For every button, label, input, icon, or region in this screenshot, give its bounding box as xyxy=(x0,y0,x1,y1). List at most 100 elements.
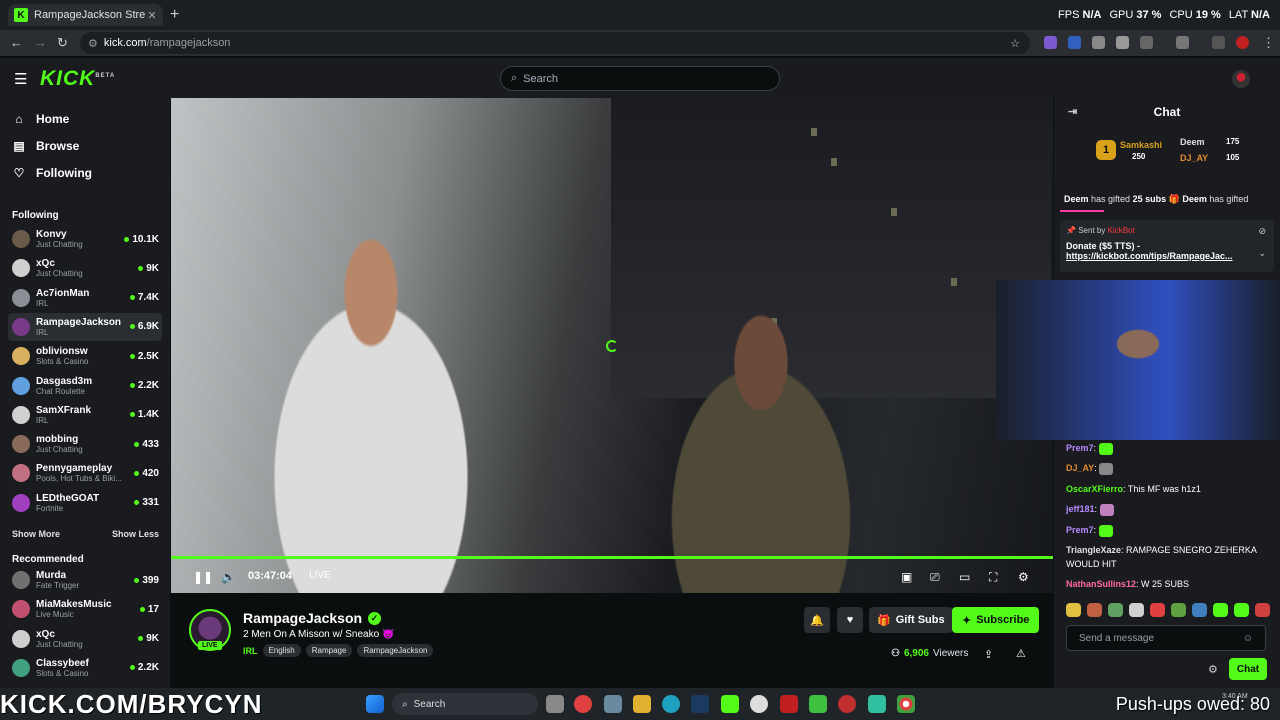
puzzle-icon[interactable] xyxy=(1140,36,1153,49)
chat-username[interactable]: Prem7 xyxy=(1066,443,1094,453)
sidebar-channel[interactable]: oblivionsw Slots & Casino 2.5K xyxy=(8,342,162,370)
hamburger-menu-icon[interactable]: ☰ xyxy=(14,70,27,88)
pinned-link[interactable]: https://kickbot.com/tips/RampageJac... xyxy=(1066,251,1268,261)
chat-username[interactable]: NathanSullins12 xyxy=(1066,579,1136,589)
chat-username[interactable]: jeff181 xyxy=(1066,504,1095,514)
unpin-icon[interactable]: ⊘ xyxy=(1258,226,1266,237)
profile-icon[interactable] xyxy=(1236,36,1249,49)
windows-start-icon[interactable] xyxy=(366,695,384,713)
sidebar-nav-following[interactable]: ♡ Following xyxy=(12,166,92,180)
site-info-icon[interactable]: ⚙ xyxy=(88,37,98,50)
forward-arrow-icon[interactable]: → xyxy=(34,35,47,50)
sidebar-nav-home[interactable]: ⌂ Home xyxy=(12,112,69,126)
category-link[interactable]: IRL xyxy=(243,646,258,656)
sidebar-channel[interactable]: MiaMakesMusic Live Music 17 xyxy=(8,595,162,623)
sidebar-channel[interactable]: xQc Just Chatting 9K xyxy=(8,625,162,653)
show-more-link[interactable]: Show More xyxy=(12,529,60,539)
video-player[interactable]: ❚❚ 🔈 03:47:04 LIVE ▣ ⎚ ▭ ⛶ ⚙ xyxy=(171,98,1053,593)
show-less-link[interactable]: Show Less xyxy=(112,529,159,539)
sidebar-channel[interactable]: LEDtheGOAT Fortnite 331 xyxy=(8,489,162,517)
emote-icon[interactable] xyxy=(1234,603,1249,617)
volume-icon[interactable]: 🔈 xyxy=(221,570,236,584)
chat-username[interactable]: TriangleXaze xyxy=(1066,545,1121,555)
kick-logo[interactable]: KICKBETA xyxy=(40,67,115,91)
emote-icon[interactable] xyxy=(1087,603,1102,617)
app-icon[interactable] xyxy=(750,695,768,713)
progress-bar[interactable] xyxy=(171,556,1053,559)
sidepanel-icon[interactable] xyxy=(1176,36,1189,49)
taskview-icon[interactable] xyxy=(546,695,564,713)
sidebar-channel[interactable]: Dasgasd3m Chat Roulette 2.2K xyxy=(8,372,162,400)
folder-icon[interactable] xyxy=(633,695,651,713)
close-tab-icon[interactable]: ✕ xyxy=(145,9,159,22)
gift-subs-button[interactable]: 🎁 Gift Subs xyxy=(869,607,953,633)
sidebar-channel[interactable]: Classybeef Slots & Casino 2.2K xyxy=(8,654,162,682)
chat-username[interactable]: DJ_AY xyxy=(1066,463,1094,473)
edge-icon[interactable] xyxy=(662,695,680,713)
app-icon[interactable] xyxy=(574,695,592,713)
chat-username[interactable]: OscarXFierro xyxy=(1066,484,1123,494)
emote-icon[interactable] xyxy=(1066,603,1081,617)
sidebar-channel[interactable]: Pennygameplay Pools, Hot Tubs & Biki... 42… xyxy=(8,459,162,487)
chat-settings-icon[interactable]: ⚙ xyxy=(1208,663,1218,676)
app-icon[interactable] xyxy=(838,695,856,713)
steam-icon[interactable] xyxy=(691,695,709,713)
emote-icon[interactable] xyxy=(1171,603,1186,617)
browser-tab[interactable]: K RampageJackson Stream - ✕ xyxy=(8,4,163,26)
emote-icon[interactable] xyxy=(1129,603,1144,617)
app-icon[interactable] xyxy=(809,695,827,713)
chat-message-input[interactable]: Send a message ☺ xyxy=(1066,625,1266,651)
emote-icon[interactable] xyxy=(1213,603,1228,617)
app-icon[interactable] xyxy=(868,695,886,713)
user-avatar[interactable] xyxy=(1232,70,1250,88)
miniplayer-icon[interactable]: ▣ xyxy=(901,570,912,584)
sidebar-channel[interactable]: Murda Fate Trigger 399 xyxy=(8,566,162,594)
url-input[interactable]: ⚙ kick.com/rampagejackson ☆ xyxy=(80,32,1030,54)
sidebar-channel[interactable]: Ac7ionMan IRL 7.4K xyxy=(8,284,162,312)
report-icon[interactable]: ⚠ xyxy=(1016,647,1026,660)
theater-icon[interactable]: ▭ xyxy=(959,570,970,584)
subscribe-button[interactable]: ✦ Subscribe xyxy=(952,607,1040,633)
emote-icon[interactable] xyxy=(1192,603,1207,617)
kick-app-icon[interactable] xyxy=(721,695,739,713)
notification-bell-button[interactable]: 🔔 xyxy=(804,607,830,633)
media-icon[interactable] xyxy=(1212,36,1225,49)
tag-pill[interactable]: Rampage xyxy=(305,644,353,657)
back-arrow-icon[interactable]: ← xyxy=(10,35,23,50)
app-icon[interactable] xyxy=(604,695,622,713)
sidebar-nav-browse[interactable]: ▤ Browse xyxy=(12,139,79,153)
tag-pill[interactable]: RampageJackson xyxy=(357,644,434,657)
emoji-icon[interactable]: ☺ xyxy=(1243,633,1253,644)
settings-gear-icon[interactable]: ⚙ xyxy=(1018,570,1029,584)
fullscreen-icon[interactable]: ⛶ xyxy=(989,570,997,585)
chat-username[interactable]: Prem7 xyxy=(1066,525,1094,535)
reload-icon[interactable]: ↻ xyxy=(57,35,68,51)
taskbar-search[interactable]: ⌕ Search xyxy=(392,693,538,715)
menu-dots-icon[interactable]: ⋮ xyxy=(1262,35,1275,51)
emote-icon[interactable] xyxy=(1255,603,1270,617)
send-chat-button[interactable]: Chat xyxy=(1229,658,1267,680)
chrome-icon[interactable] xyxy=(897,695,915,713)
extension-icon[interactable] xyxy=(1116,36,1129,49)
extension-icon[interactable] xyxy=(1044,36,1057,49)
sidebar-channel[interactable]: xQc Just Chatting 9K xyxy=(8,254,162,282)
follow-heart-button[interactable]: ♥ xyxy=(837,607,863,633)
new-tab-icon[interactable]: + xyxy=(170,6,179,24)
emote-icon[interactable] xyxy=(1150,603,1165,617)
sidebar-channel[interactable]: SamXFrank IRL 1.4K xyxy=(8,401,162,429)
clip-icon[interactable]: ⎚ xyxy=(930,570,940,585)
emote-icon[interactable] xyxy=(1108,603,1123,617)
chevron-down-icon[interactable]: ⌄ xyxy=(1258,248,1266,259)
pause-icon[interactable]: ❚❚ xyxy=(193,570,213,584)
sidebar-channel[interactable]: Konvy Just Chatting 10.1K xyxy=(8,225,162,253)
sidebar-channel[interactable]: mobbing Just Chatting 433 xyxy=(8,430,162,458)
extension-icon[interactable] xyxy=(1092,36,1105,49)
search-input[interactable]: ⌕ Search xyxy=(500,66,780,91)
extension-icon[interactable] xyxy=(1068,36,1081,49)
sidebar-channel[interactable]: RampageJackson IRL 6.9K xyxy=(8,312,162,341)
streamer-name[interactable]: RampageJackson ✓ xyxy=(243,610,382,626)
app-icon[interactable] xyxy=(780,695,798,713)
bookmark-star-icon[interactable]: ☆ xyxy=(1010,37,1020,50)
collapse-chat-icon[interactable]: ⇥ xyxy=(1068,98,1077,126)
share-icon[interactable]: ⇪ xyxy=(984,648,993,661)
